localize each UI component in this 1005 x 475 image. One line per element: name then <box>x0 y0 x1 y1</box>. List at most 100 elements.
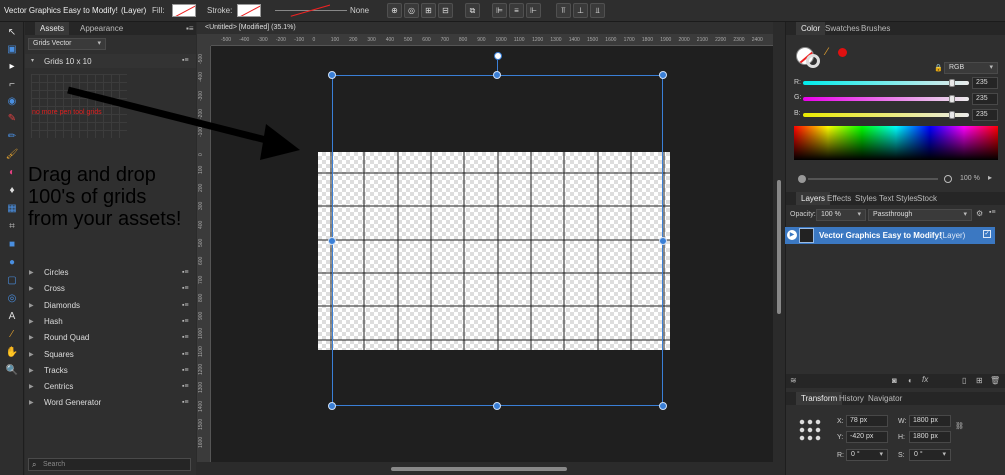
expand-arrow-icon[interactable]: ▶ <box>29 395 34 411</box>
handle-top-left[interactable] <box>328 71 336 79</box>
tab-assets[interactable]: Assets <box>35 22 70 35</box>
pen-tool-icon[interactable]: ✎ <box>5 112 19 126</box>
expand-layer-icon[interactable]: ▶ <box>787 230 797 240</box>
expand-arrow-icon[interactable]: ▶ <box>29 281 34 297</box>
layer-row-selected[interactable]: ▶ Vector Graphics Easy to Modify! (Layer… <box>785 227 995 244</box>
rectangle-tool-icon[interactable]: ■ <box>5 238 19 252</box>
mask-icon[interactable]: ◙ <box>892 376 897 385</box>
g-slider-knob[interactable] <box>949 95 955 103</box>
expand-arrow-icon[interactable]: ▶ <box>29 363 34 379</box>
r-slider[interactable] <box>803 81 969 85</box>
color-spectrum[interactable] <box>794 126 998 160</box>
expand-arrow-icon[interactable]: ▶ <box>29 265 34 281</box>
category-menu-icon[interactable]: ▪≡ <box>182 314 189 330</box>
asset-category-row[interactable]: ▶ Round Quad ▪≡ <box>25 330 196 346</box>
zoom-tool-icon[interactable]: 🔍 <box>5 364 19 378</box>
fill-swatch[interactable] <box>172 4 196 17</box>
layers-panel-menu-icon[interactable]: ▪≡ <box>989 209 996 216</box>
align-left-icon[interactable]: ⊫ <box>492 3 507 18</box>
asset-category-row[interactable]: ▶ Cross ▪≡ <box>25 281 196 297</box>
h-field[interactable]: 1800 px <box>909 431 951 443</box>
category-menu-icon[interactable]: ▪≡ <box>182 363 189 379</box>
vertical-scrollbar[interactable] <box>773 34 785 475</box>
rotation-field[interactable]: 0 ° <box>846 449 888 461</box>
group-menu-icon[interactable]: ▪≡ <box>182 57 189 64</box>
rotation-handle[interactable] <box>494 52 502 60</box>
group-icon[interactable]: ⊞ <box>976 376 983 385</box>
g-value[interactable]: 235 <box>972 93 998 105</box>
category-menu-icon[interactable]: ▪≡ <box>182 330 189 346</box>
snap-options-icon[interactable]: ◎ <box>404 3 419 18</box>
tab-appearance[interactable]: Appearance <box>75 22 128 35</box>
horizontal-scrollbar[interactable] <box>211 462 773 475</box>
handle-middle-left[interactable] <box>328 237 336 245</box>
adjustment-icon[interactable]: ◐ <box>908 376 913 385</box>
asset-category-row[interactable]: ▶ Centrics ▪≡ <box>25 379 196 395</box>
stroke-swatch[interactable] <box>237 4 261 17</box>
search-field[interactable]: ⌕ Search <box>28 458 191 471</box>
bounding-box-icon[interactable]: ⊟ <box>438 3 453 18</box>
b-slider-knob[interactable] <box>949 111 955 119</box>
point-transform-icon[interactable]: ◉ <box>5 95 19 109</box>
fx-icon[interactable]: fx <box>922 375 928 384</box>
expand-arrow-icon[interactable]: ▶ <box>29 330 34 346</box>
asset-category-row[interactable]: ▶ Diamonds ▪≡ <box>25 298 196 314</box>
align-right-icon[interactable]: ⊩ <box>526 3 541 18</box>
lock-icon[interactable]: 🔒 <box>934 64 943 72</box>
shear-field[interactable]: 0 ° <box>909 449 951 461</box>
handle-middle-right[interactable] <box>659 237 667 245</box>
category-menu-icon[interactable]: ▪≡ <box>182 395 189 411</box>
align-middle-icon[interactable]: ⊥ <box>573 3 588 18</box>
opacity-slider[interactable] <box>808 178 938 180</box>
asset-category-row[interactable]: ▶ Circles ▪≡ <box>25 265 196 281</box>
handle-bottom-left[interactable] <box>328 402 336 410</box>
asset-category-row[interactable]: ▶ Hash ▪≡ <box>25 314 196 330</box>
expand-arrow-icon[interactable]: ▶ <box>29 379 34 395</box>
snap-icon[interactable]: ⊕ <box>387 3 402 18</box>
opacity-value[interactable]: 100 % <box>956 173 986 185</box>
layer-visibility-checkbox[interactable]: ✓ <box>983 230 991 238</box>
category-menu-icon[interactable]: ▪≡ <box>182 298 189 314</box>
hand-tool-icon[interactable]: ✋ <box>5 346 19 360</box>
blend-mode-select[interactable]: Passthrough <box>868 209 972 221</box>
document-title[interactable]: <Untitled> [Modified] (35.1%) <box>205 24 296 31</box>
handle-top-right[interactable] <box>659 71 667 79</box>
x-field[interactable]: 78 px <box>846 415 888 427</box>
color-picker-icon[interactable]: ⁄ <box>826 46 828 58</box>
stroke-color-well[interactable] <box>806 54 820 68</box>
asset-category-row[interactable]: ▶ Word Generator ▪≡ <box>25 395 196 411</box>
r-value[interactable]: 235 <box>972 77 998 89</box>
collapse-arrow-icon[interactable]: ▾ <box>31 57 34 64</box>
anchor-selector-icon[interactable] <box>798 418 822 442</box>
expand-arrow-icon[interactable]: ▶ <box>29 314 34 330</box>
lock-ratio-icon[interactable]: ⛓ <box>955 422 964 430</box>
layer-name[interactable]: Vector Graphics Easy to Modify! <box>819 231 942 240</box>
color-model-select[interactable]: RGB <box>944 62 998 74</box>
tab-brushes[interactable]: Brushes <box>856 22 895 35</box>
crop-tool-icon[interactable]: ⌗ <box>5 220 19 234</box>
recent-color-dot[interactable] <box>838 48 847 57</box>
category-menu-icon[interactable]: ▪≡ <box>182 281 189 297</box>
asset-group-header[interactable]: ▾ Grids 10 x 10 ▪≡ <box>25 54 196 68</box>
node-tool-icon[interactable]: ▸ <box>5 60 19 74</box>
align-bottom-icon[interactable]: ⫫ <box>590 3 605 18</box>
rounded-rect-tool-icon[interactable]: ▢ <box>5 274 19 288</box>
align-center-icon[interactable]: ≡ <box>509 3 524 18</box>
selection-bounding-box[interactable] <box>332 75 663 406</box>
category-menu-icon[interactable]: ▪≡ <box>182 265 189 281</box>
handle-bottom-middle[interactable] <box>493 402 501 410</box>
panel-menu-icon[interactable]: ▪≡ <box>186 24 194 33</box>
pencil-tool-icon[interactable]: ✏ <box>5 130 19 144</box>
new-layer-icon[interactable]: ▯ <box>962 376 966 385</box>
donut-tool-icon[interactable]: ◎ <box>5 292 19 306</box>
y-field[interactable]: -420 px <box>846 431 888 443</box>
category-menu-icon[interactable]: ▪≡ <box>182 347 189 363</box>
r-slider-knob[interactable] <box>949 79 955 87</box>
align-top-icon[interactable]: ⫪ <box>556 3 571 18</box>
tab-stock[interactable]: Stock <box>912 192 942 205</box>
transparency-tool-icon[interactable]: ♦ <box>5 184 19 198</box>
horizontal-scroll-thumb[interactable] <box>391 467 567 471</box>
brush-tool-icon[interactable]: 🖌 <box>5 148 19 162</box>
b-slider[interactable] <box>803 113 969 117</box>
layer-opacity-select[interactable]: 100 % <box>816 209 866 221</box>
